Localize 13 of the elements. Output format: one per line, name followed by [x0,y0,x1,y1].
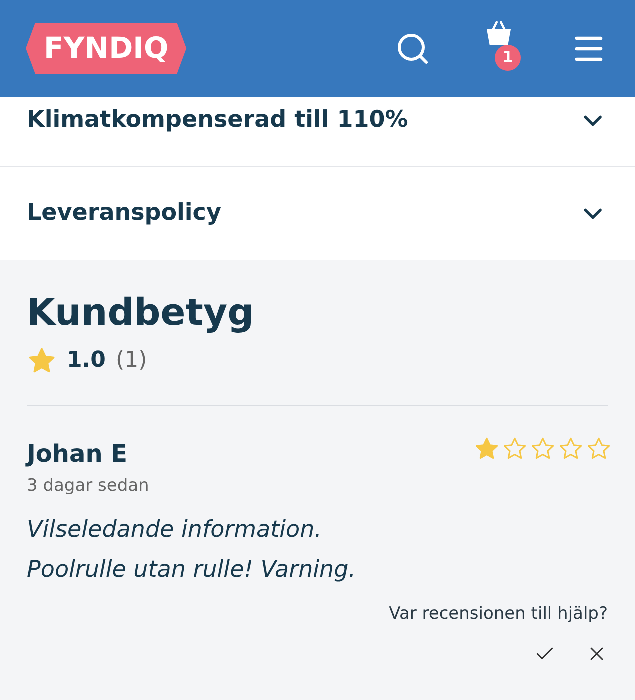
cart-count-badge: 1 [495,44,521,70]
review-date: 3 dagar sedan [27,475,150,498]
accordion-title: Leveranspolicy [27,199,222,228]
review-text: Poolrulle utan rulle! Varning. [27,556,358,585]
accordion-row[interactable]: Klimatkompenserad till 110% [0,97,635,166]
review-text: Vilseledande information. [27,516,323,545]
accordion-row[interactable]: Leveranspolicy [0,166,635,260]
section-heading: Kundbetyg [27,290,256,336]
reviewer-name: Johan E [27,439,128,470]
accordion-title: Klimatkompenserad till 110% [27,106,408,136]
rating-count: (1) [116,347,148,376]
helpful-question: Var recensionen till hjälp? [389,602,608,626]
average-rating: 1.0 [67,347,106,376]
